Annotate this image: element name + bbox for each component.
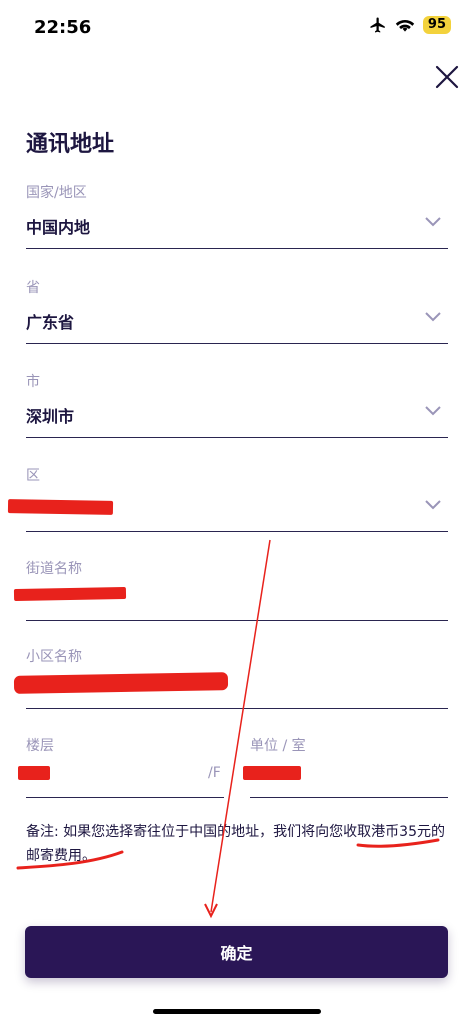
annotation-overlay [16, 539, 440, 919]
annotation-arrow-line [210, 539, 271, 913]
annotation-underline [16, 850, 124, 870]
confirm-button[interactable]: 确定 [25, 926, 448, 978]
annotation-underline [356, 838, 440, 848]
home-indicator [153, 1009, 321, 1014]
